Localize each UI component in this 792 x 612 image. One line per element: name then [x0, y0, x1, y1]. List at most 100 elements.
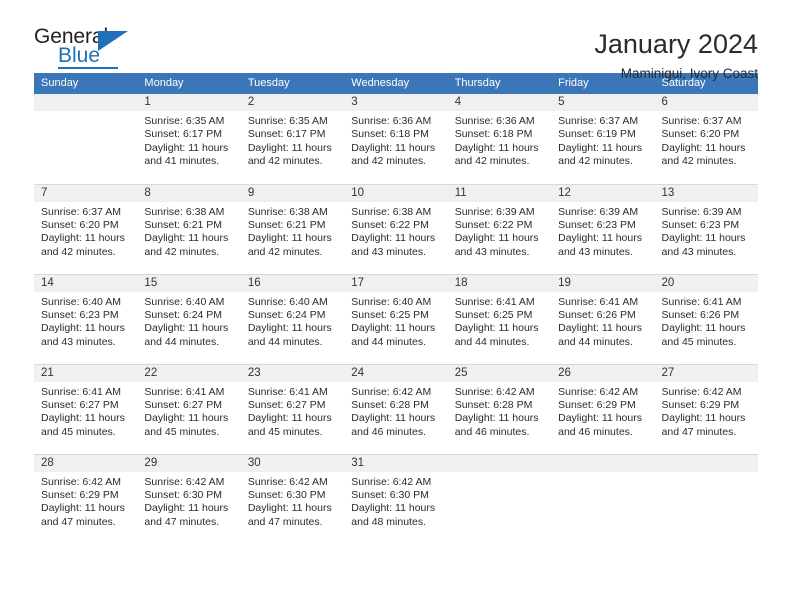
calendar-day-cell[interactable]: 13 Sunrise: 6:39 AM Sunset: 6:23 PM Dayligh…: [654, 183, 758, 274]
daylight-text-line2: and 45 minutes.: [144, 425, 220, 438]
calendar-day-cell[interactable]: 24 Sunrise: 6:42 AM Sunset: 6:28 PM Dayligh…: [344, 363, 448, 454]
day-details: Sunrise: 6:39 AM Sunset: 6:22 PM Daylight:…: [448, 202, 551, 260]
calendar-day-cell[interactable]: 17 Sunrise: 6:40 AM Sunset: 6:25 PM Dayligh…: [344, 273, 448, 364]
daylight-text-line1: Daylight: 11 hours: [41, 322, 125, 335]
day-details: Sunrise: 6:42 AM Sunset: 6:29 PM Daylight:…: [34, 472, 137, 530]
day-details: Sunrise: 6:42 AM Sunset: 6:28 PM Daylight:…: [448, 382, 551, 440]
daylight-text-line2: and 47 minutes.: [247, 515, 323, 528]
sunset-text: Sunset: 6:20 PM: [661, 128, 740, 141]
day-number: 4: [447, 94, 552, 111]
sunset-text: Sunset: 6:27 PM: [144, 398, 223, 411]
sunrise-text: Sunrise: 6:42 AM: [661, 385, 742, 398]
day-number: 31: [344, 454, 448, 472]
calendar-day-cell[interactable]: 23 Sunrise: 6:41 AM Sunset: 6:27 PM Dayligh…: [240, 363, 345, 454]
day-number: 10: [344, 184, 448, 202]
daylight-text-line2: and 46 minutes.: [558, 425, 633, 438]
calendar-day-cell[interactable]: 25 Sunrise: 6:42 AM Sunset: 6:28 PM Dayligh…: [447, 363, 552, 454]
daylight-text-line2: and 46 minutes.: [351, 425, 426, 438]
day-details: Sunrise: 6:41 AM Sunset: 6:26 PM Daylight:…: [551, 292, 654, 350]
daylight-text-line2: and 43 minutes.: [661, 245, 737, 258]
sunrise-text: Sunrise: 6:37 AM: [41, 205, 121, 218]
day-number: 20: [654, 274, 758, 292]
general-blue-logo[interactable]: General Blue: [34, 26, 154, 72]
calendar-day-cell[interactable]: 10 Sunrise: 6:38 AM Sunset: 6:22 PM Dayligh…: [344, 183, 448, 274]
sunrise-text: Sunrise: 6:42 AM: [454, 385, 535, 398]
sunset-text: Sunset: 6:21 PM: [144, 218, 223, 231]
sunrise-text: Sunrise: 6:37 AM: [661, 115, 742, 127]
calendar-day-cell[interactable]: 4 Sunrise: 6:36 AM Sunset: 6:18 PM Daylight…: [447, 94, 552, 184]
day-number: 16: [240, 274, 345, 292]
sunrise-text: Sunrise: 6:42 AM: [351, 475, 432, 488]
day-details: Sunrise: 6:39 AM Sunset: 6:23 PM Daylight:…: [655, 202, 758, 260]
calendar-day-cell[interactable]: 26 Sunrise: 6:42 AM Sunset: 6:29 PM Dayligh…: [551, 363, 655, 454]
sunrise-text: Sunrise: 6:40 AM: [351, 295, 432, 308]
day-number: 28: [34, 454, 138, 472]
sunrise-text: Sunrise: 6:38 AM: [351, 205, 432, 218]
calendar-day-cell[interactable]: 3 Sunrise: 6:36 AM Sunset: 6:18 PM Daylight…: [344, 94, 448, 184]
day-number: 25: [447, 364, 552, 382]
day-details: Sunrise: 6:35 AM Sunset: 6:17 PM Daylight:…: [241, 111, 344, 169]
sunrise-text: Sunrise: 6:38 AM: [144, 205, 225, 218]
daylight-text-line2: and 44 minutes.: [454, 335, 530, 348]
day-details: Sunrise: 6:42 AM Sunset: 6:29 PM Daylight:…: [655, 382, 758, 440]
sunrise-text: Sunrise: 6:38 AM: [247, 205, 328, 218]
daylight-text-line2: and 43 minutes.: [558, 245, 633, 258]
day-details: Sunrise: 6:36 AM Sunset: 6:18 PM Daylight:…: [448, 111, 551, 169]
sunset-text: Sunset: 6:27 PM: [41, 398, 119, 411]
calendar-day-cell[interactable]: 6 Sunrise: 6:37 AM Sunset: 6:20 PM Daylight…: [654, 94, 758, 184]
sunrise-text: Sunrise: 6:42 AM: [351, 385, 432, 398]
calendar-day-cell[interactable]: 22 Sunrise: 6:41 AM Sunset: 6:27 PM Dayligh…: [137, 363, 241, 454]
calendar-week-row: 14 Sunrise: 6:40 AM Sunset: 6:23 PM Dayligh…: [34, 273, 758, 364]
sunset-text: Sunset: 6:23 PM: [558, 218, 636, 231]
daylight-text-line2: and 42 minutes.: [144, 245, 220, 258]
sunset-text: Sunset: 6:23 PM: [661, 218, 740, 231]
day-details: Sunrise: 6:36 AM Sunset: 6:18 PM Daylight:…: [344, 111, 447, 169]
calendar-day-cell[interactable]: 11 Sunrise: 6:39 AM Sunset: 6:22 PM Dayligh…: [447, 183, 552, 274]
calendar-day-cell[interactable]: 29 Sunrise: 6:42 AM Sunset: 6:30 PM Dayligh…: [137, 453, 241, 544]
page-header: General Blue January 2024 Maminigui, Ivo…: [34, 0, 758, 82]
calendar-day-cell[interactable]: 18 Sunrise: 6:41 AM Sunset: 6:25 PM Dayligh…: [447, 273, 552, 364]
calendar-day-cell[interactable]: 28 Sunrise: 6:42 AM Sunset: 6:29 PM Dayligh…: [34, 453, 138, 544]
calendar-day-cell[interactable]: 15 Sunrise: 6:40 AM Sunset: 6:24 PM Dayligh…: [137, 273, 241, 364]
daylight-text-line1: Daylight: 11 hours: [247, 502, 332, 515]
day-details: Sunrise: 6:39 AM Sunset: 6:23 PM Daylight:…: [551, 202, 654, 260]
sunset-text: Sunset: 6:29 PM: [558, 398, 636, 411]
sunrise-text: Sunrise: 6:41 AM: [247, 385, 328, 398]
day-number: 9: [240, 184, 345, 202]
day-number: 11: [447, 184, 552, 202]
day-details: Sunrise: 6:41 AM Sunset: 6:27 PM Daylight:…: [137, 382, 240, 440]
day-number: 14: [34, 274, 138, 292]
calendar-day-cell[interactable]: 16 Sunrise: 6:40 AM Sunset: 6:24 PM Dayligh…: [240, 273, 345, 364]
calendar-day-cell[interactable]: 30 Sunrise: 6:42 AM Sunset: 6:30 PM Dayligh…: [240, 453, 345, 544]
calendar-day-cell-empty: [34, 94, 138, 184]
calendar-day-cell[interactable]: 19 Sunrise: 6:41 AM Sunset: 6:26 PM Dayligh…: [551, 273, 655, 364]
daylight-text-line1: Daylight: 11 hours: [247, 412, 332, 425]
calendar-day-cell[interactable]: 14 Sunrise: 6:40 AM Sunset: 6:23 PM Dayligh…: [34, 273, 138, 364]
calendar-day-cell[interactable]: 20 Sunrise: 6:41 AM Sunset: 6:26 PM Dayligh…: [654, 273, 758, 364]
daylight-text-line1: Daylight: 11 hours: [351, 412, 436, 425]
triangle-icon: [98, 31, 128, 51]
daylight-text-line1: Daylight: 11 hours: [661, 412, 746, 425]
day-number: 27: [654, 364, 758, 382]
daylight-text-line1: Daylight: 11 hours: [661, 322, 746, 335]
calendar-day-cell[interactable]: 27 Sunrise: 6:42 AM Sunset: 6:29 PM Dayligh…: [654, 363, 758, 454]
daylight-text-line1: Daylight: 11 hours: [454, 322, 539, 335]
calendar-day-cell[interactable]: 1 Sunrise: 6:35 AM Sunset: 6:17 PM Daylight…: [137, 94, 241, 184]
day-number: 3: [344, 94, 448, 111]
calendar-day-cell[interactable]: 21 Sunrise: 6:41 AM Sunset: 6:27 PM Dayligh…: [34, 363, 138, 454]
daylight-text-line2: and 42 minutes.: [661, 155, 737, 168]
calendar-day-cell[interactable]: 9 Sunrise: 6:38 AM Sunset: 6:21 PM Daylight…: [240, 183, 345, 274]
daylight-text-line2: and 41 minutes.: [144, 155, 220, 168]
sunset-text: Sunset: 6:30 PM: [351, 488, 429, 501]
calendar-day-cell[interactable]: 2 Sunrise: 6:35 AM Sunset: 6:17 PM Daylight…: [240, 94, 345, 184]
calendar-day-cell[interactable]: 8 Sunrise: 6:38 AM Sunset: 6:21 PM Daylight…: [137, 183, 241, 274]
calendar-table: Sunday Monday Tuesday Wednesday Thursday Frid…: [34, 73, 758, 544]
calendar-day-cell[interactable]: 5 Sunrise: 6:37 AM Sunset: 6:19 PM Daylight…: [551, 94, 655, 184]
day-number: 7: [34, 184, 138, 202]
sunrise-text: Sunrise: 6:42 AM: [558, 385, 639, 398]
sunset-text: Sunset: 6:21 PM: [247, 218, 326, 231]
day-number: [447, 454, 552, 472]
calendar-day-cell[interactable]: 12 Sunrise: 6:39 AM Sunset: 6:23 PM Dayligh…: [551, 183, 655, 274]
calendar-day-cell[interactable]: 31 Sunrise: 6:42 AM Sunset: 6:30 PM Dayligh…: [344, 453, 448, 544]
calendar-day-cell[interactable]: 7 Sunrise: 6:37 AM Sunset: 6:20 PM Daylight…: [34, 183, 138, 274]
